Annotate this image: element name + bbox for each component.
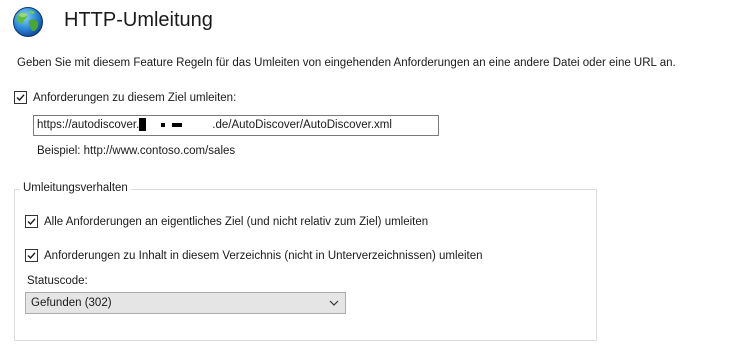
page-title: HTTP-Umleitung	[64, 9, 213, 31]
checkmark-icon	[27, 252, 36, 260]
exact-destination-option[interactable]: Alle Anforderungen an eigentliches Ziel …	[25, 215, 428, 228]
status-code-value: Gefunden (302)	[31, 297, 112, 309]
checkmark-icon	[16, 94, 25, 102]
this-directory-only-label: Anforderungen zu Inhalt in diesem Verzei…	[44, 249, 483, 262]
feature-description: Geben Sie mit diesem Feature Regeln für …	[17, 57, 676, 69]
exact-destination-checkbox[interactable]	[25, 215, 38, 228]
exact-destination-label: Alle Anforderungen an eigentliches Ziel …	[44, 215, 429, 228]
url-example-hint: Beispiel: http://www.contoso.com/sales	[37, 145, 236, 157]
redirect-enable-option[interactable]: Anforderungen zu diesem Ziel umleiten:	[14, 91, 236, 104]
redirect-enable-checkbox[interactable]	[14, 91, 27, 104]
url-suffix: .de/AutoDiscover/AutoDiscover.xml	[212, 119, 392, 131]
page-header: HTTP-Umleitung	[0, 0, 734, 46]
checkmark-icon	[27, 218, 36, 226]
url-prefix: https://autodiscover.	[37, 119, 140, 131]
redirect-behavior-group	[14, 189, 597, 341]
redaction-mark	[172, 122, 183, 127]
this-directory-only-option[interactable]: Anforderungen zu Inhalt in diesem Verzei…	[25, 249, 483, 262]
redaction-mark	[161, 122, 166, 127]
redaction-mark	[139, 118, 147, 132]
status-code-select[interactable]: Gefunden (302)	[25, 292, 346, 314]
globe-icon	[13, 7, 43, 37]
this-directory-only-checkbox[interactable]	[25, 249, 38, 262]
redirect-enable-label: Anforderungen zu diesem Ziel umleiten:	[33, 91, 237, 104]
redirect-url-input[interactable]: https://autodiscover. .de/AutoDiscover/Au…	[33, 115, 439, 136]
status-code-label: Statuscode:	[27, 275, 88, 287]
chevron-down-icon	[329, 300, 339, 306]
redirect-behavior-legend: Umleitungsverhalten	[20, 182, 131, 194]
